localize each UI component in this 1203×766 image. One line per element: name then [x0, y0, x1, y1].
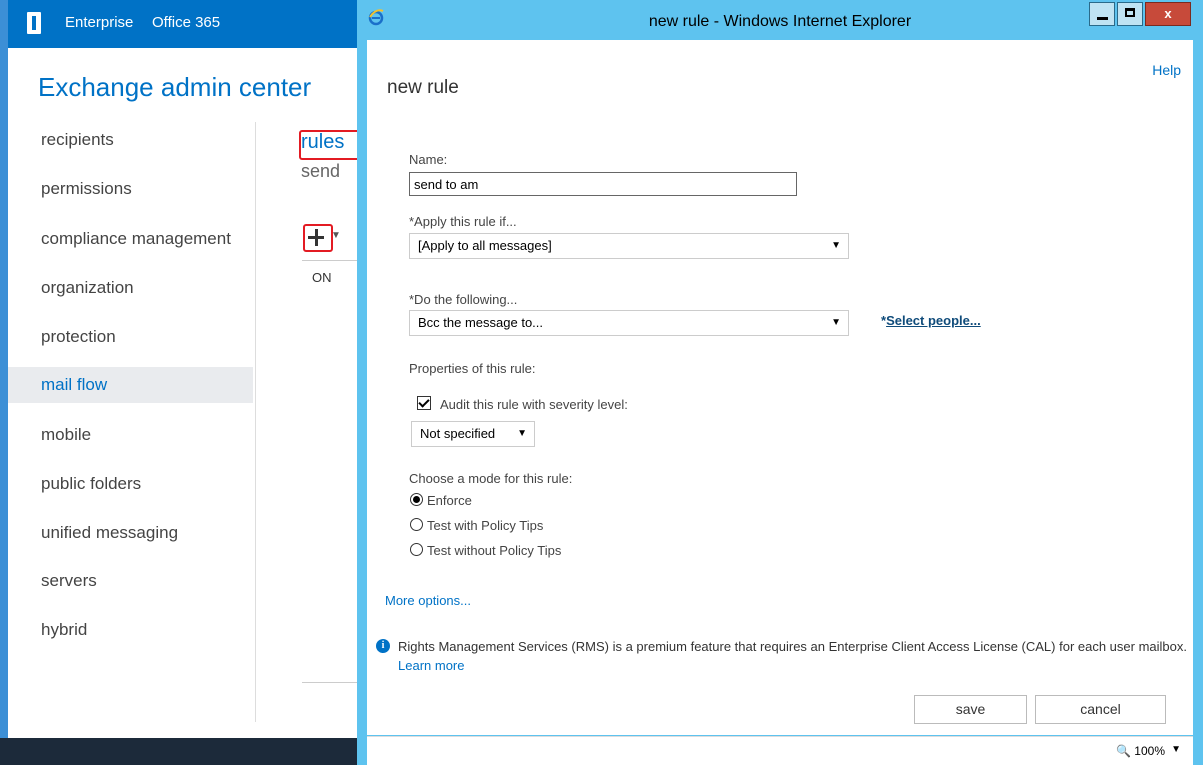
severity-value: Not specified — [420, 426, 496, 441]
mode-enforce-label: Enforce — [427, 493, 472, 508]
nav-item-recipients[interactable]: recipients — [8, 122, 253, 158]
close-button[interactable]: x — [1145, 2, 1191, 26]
add-highlight-box — [303, 224, 333, 252]
minimize-button[interactable] — [1089, 2, 1115, 26]
severity-select[interactable]: Not specified ▼ — [411, 421, 535, 447]
zoom-value: 100% — [1134, 744, 1165, 758]
dialog-content: Help new rule Name: *Apply this rule if.… — [367, 40, 1193, 735]
learn-more-link[interactable]: Learn more — [398, 658, 464, 673]
cancel-button[interactable]: cancel — [1035, 695, 1166, 724]
rms-notice: Rights Management Services (RMS) is a pr… — [398, 637, 1188, 675]
maximize-icon — [1125, 8, 1135, 17]
minimize-icon — [1097, 17, 1108, 20]
chevron-down-icon: ▼ — [831, 317, 841, 328]
mode-test-with-tips-radio[interactable] — [410, 518, 423, 531]
topbar-enterprise-link[interactable]: Enterprise — [65, 14, 133, 31]
chevron-down-icon[interactable]: ▼ — [331, 230, 341, 241]
window-controls: x — [1087, 2, 1191, 26]
list-footer-divider — [302, 682, 362, 683]
select-people-link[interactable]: *Select people... — [881, 313, 981, 328]
more-options-link[interactable]: More options... — [385, 593, 471, 608]
list-header-divider — [302, 260, 362, 261]
action-select[interactable]: Bcc the message to... ▼ — [409, 310, 849, 336]
rms-notice-text: Rights Management Services (RMS) is a pr… — [398, 639, 1187, 654]
apply-rule-value: [Apply to all messages] — [418, 238, 552, 253]
save-button[interactable]: save — [914, 695, 1027, 724]
zoom-level[interactable]: 🔍 100% — [1116, 744, 1165, 758]
nav-item-compliance-management[interactable]: compliance management — [8, 221, 253, 257]
ie-status-bar: 🔍 100% ▼ — [367, 736, 1193, 766]
audit-label: Audit this rule with severity level: — [440, 397, 628, 412]
apply-rule-label: *Apply this rule if... — [409, 214, 517, 229]
nav-item-organization[interactable]: organization — [8, 270, 253, 306]
name-label: Name: — [409, 152, 448, 167]
nav-item-protection[interactable]: protection — [8, 319, 253, 355]
properties-label: Properties of this rule: — [409, 361, 536, 376]
eac-frame-edge — [0, 0, 8, 765]
nav-divider — [255, 122, 256, 722]
window-title: new rule - Windows Internet Explorer — [648, 13, 912, 30]
info-icon: i — [376, 639, 390, 653]
mode-label: Choose a mode for this rule: — [409, 471, 573, 486]
audit-checkbox[interactable] — [417, 396, 431, 410]
office-logo-icon[interactable] — [27, 12, 41, 34]
action-value: Bcc the message to... — [418, 315, 544, 330]
nav-item-hybrid[interactable]: hybrid — [8, 612, 253, 648]
taskbar-strip — [0, 738, 365, 765]
mode-enforce-radio[interactable] — [410, 493, 423, 506]
chevron-down-icon[interactable]: ▼ — [1171, 744, 1181, 755]
help-link[interactable]: Help — [1152, 62, 1181, 78]
chevron-down-icon: ▼ — [831, 240, 841, 251]
ie-dialog-window: new rule - Windows Internet Explorer x H… — [357, 0, 1203, 766]
nav-item-permissions[interactable]: permissions — [8, 171, 253, 207]
mode-test-without-tips-radio[interactable] — [410, 543, 423, 556]
nav-item-public-folders[interactable]: public folders — [8, 466, 253, 502]
nav-item-mobile[interactable]: mobile — [8, 417, 253, 453]
apply-rule-select[interactable]: [Apply to all messages] ▼ — [409, 233, 849, 259]
mode-test-without-tips-label: Test without Policy Tips — [427, 543, 562, 558]
rule-status-cell: ON — [312, 270, 332, 285]
topbar-office365-link[interactable]: Office 365 — [152, 14, 220, 31]
do-following-label: *Do the following... — [409, 292, 518, 307]
nav-item-servers[interactable]: servers — [8, 563, 253, 599]
rule-name-input[interactable] — [409, 172, 797, 196]
chevron-down-icon: ▼ — [517, 428, 527, 439]
select-people-text: Select people... — [886, 313, 981, 328]
nav-item-mail-flow[interactable]: mail flow — [8, 367, 253, 403]
eac-title: Exchange admin center — [38, 72, 312, 102]
maximize-button[interactable] — [1117, 2, 1143, 26]
dialog-title: new rule — [387, 77, 459, 98]
tab-send-connectors[interactable]: send — [301, 161, 340, 182]
mode-test-with-tips-label: Test with Policy Tips — [427, 518, 544, 533]
nav-item-unified-messaging[interactable]: unified messaging — [8, 515, 253, 551]
